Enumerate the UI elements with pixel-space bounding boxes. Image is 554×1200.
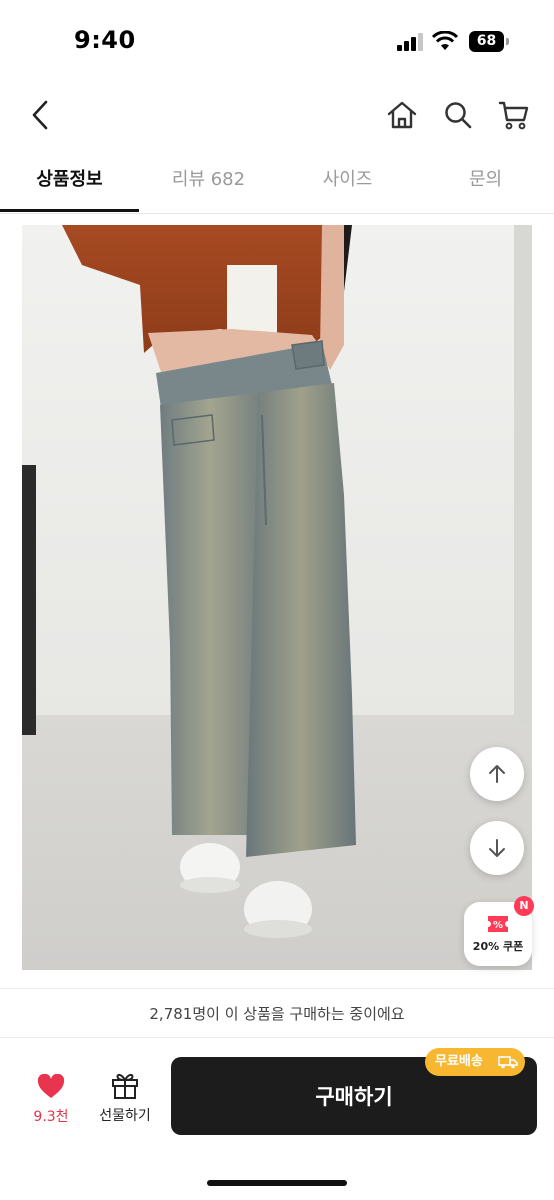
purchase-activity-notice: 2,781명이 이 상품을 구매하는 중이에요 xyxy=(0,988,554,1038)
free-shipping-badge: 무료배송 xyxy=(425,1048,525,1076)
gift-label: 선물하기 xyxy=(99,1108,151,1124)
scroll-down-button[interactable] xyxy=(470,821,524,875)
truck-icon xyxy=(498,1056,518,1069)
home-indicator[interactable] xyxy=(207,1180,347,1186)
heart-icon xyxy=(37,1074,65,1098)
product-tabs: 상품정보 리뷰 682 사이즈 문의 xyxy=(0,160,554,214)
coupon-icon: % xyxy=(488,916,508,932)
battery-icon: 68 xyxy=(469,31,509,52)
free-shipping-label: 무료배송 xyxy=(435,1054,483,1069)
tab-product-info[interactable]: 상품정보 xyxy=(0,160,139,214)
scroll-up-button[interactable] xyxy=(470,747,524,801)
svg-text:%: % xyxy=(493,920,503,931)
back-button[interactable] xyxy=(22,95,58,135)
tab-inquiry[interactable]: 문의 xyxy=(417,160,554,214)
tab-reviews[interactable]: 리뷰 682 xyxy=(139,160,278,214)
product-image xyxy=(22,225,532,970)
active-tab-indicator xyxy=(0,209,139,212)
gift-button[interactable]: 선물하기 xyxy=(90,1066,160,1130)
status-bar: 9:40 68 xyxy=(0,0,554,80)
home-button[interactable] xyxy=(384,97,420,133)
top-navigation xyxy=(0,85,554,145)
gift-icon xyxy=(112,1073,138,1099)
status-time: 9:40 xyxy=(74,26,136,54)
new-badge: N xyxy=(514,896,534,916)
coupon-label: 20% 쿠폰 xyxy=(472,940,524,953)
tab-size[interactable]: 사이즈 xyxy=(278,160,417,214)
product-photo-illustration xyxy=(22,225,532,970)
like-button[interactable]: 9.3천 xyxy=(22,1068,80,1132)
wifi-icon xyxy=(432,31,458,50)
arrow-down-icon xyxy=(489,839,505,857)
home-icon xyxy=(387,101,417,129)
search-button[interactable] xyxy=(440,97,476,133)
battery-level: 68 xyxy=(469,31,504,52)
chevron-left-icon xyxy=(32,100,48,130)
like-count: 9.3천 xyxy=(33,1109,69,1125)
cellular-signal-icon xyxy=(397,33,423,51)
search-icon xyxy=(445,102,472,129)
arrow-up-icon xyxy=(489,765,505,783)
cart-icon xyxy=(498,101,529,130)
cart-button[interactable] xyxy=(496,97,532,133)
